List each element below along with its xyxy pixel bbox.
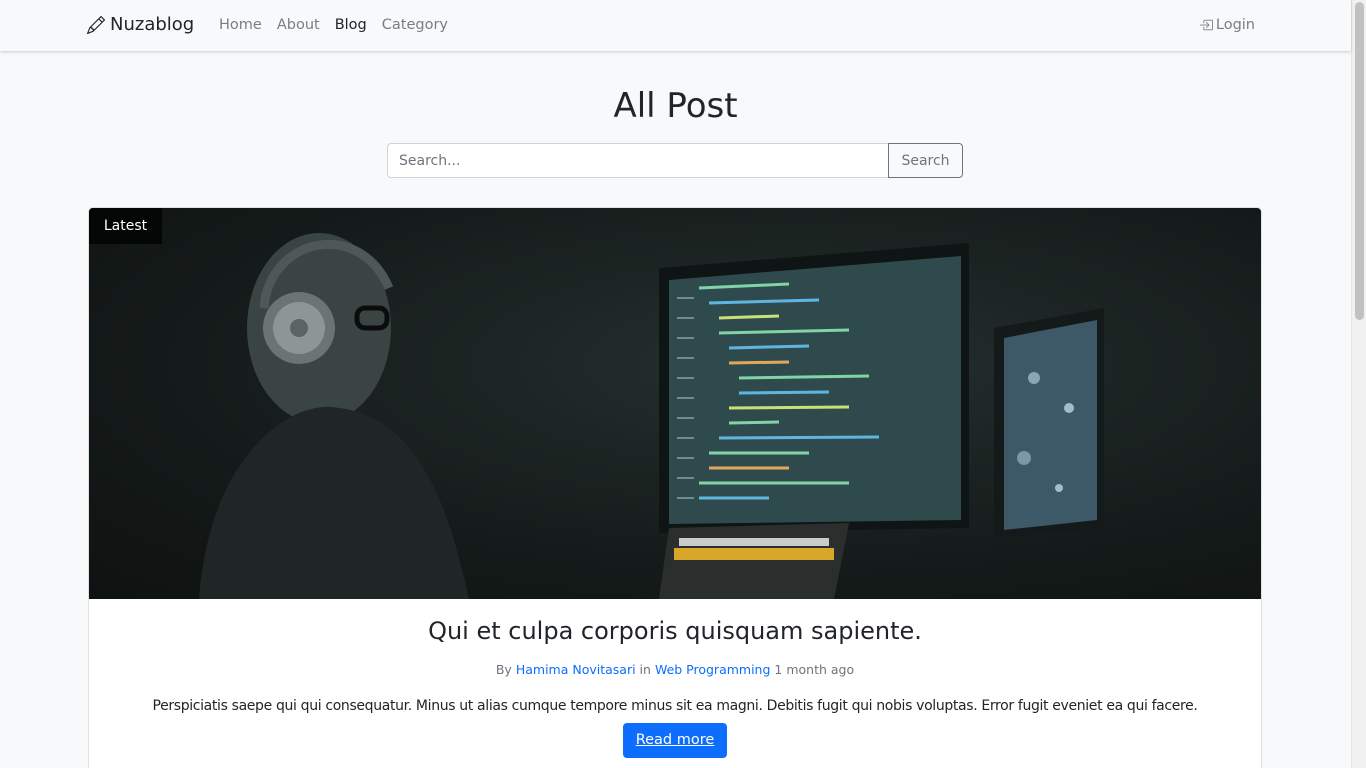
meta-in-label: in [639,662,651,677]
post-excerpt: Perspiciatis saepe qui qui consequatur. … [152,698,1198,714]
author-link[interactable]: Hamima Novitasari [516,662,636,677]
programmer-photo [199,233,1104,599]
navbar: Nuzablog Home About Blog Category Login [0,0,1351,51]
nav-link-home[interactable]: Home [219,15,262,35]
post-meta: By Hamima Novitasari in Web Programming … [89,661,1261,679]
scrollbar-thumb[interactable] [1355,2,1364,320]
page-title: All Post [613,86,738,126]
search-button[interactable]: Search [888,143,963,178]
post-time: 1 month ago [774,662,855,677]
meta-by-label: By [495,662,512,677]
brand-name: Nuzablog [110,14,195,35]
nav-link-category[interactable]: Category [382,15,448,35]
nav-link-about[interactable]: About [277,15,320,35]
search-input[interactable] [387,143,888,178]
category-link[interactable]: Web Programming [655,662,770,677]
login-label: Login [1215,17,1255,33]
brand-link[interactable]: Nuzablog [87,13,194,37]
pencil-icon [87,16,105,34]
page-scrollbar[interactable] [1351,0,1366,768]
post-image[interactable]: Latest [89,208,1261,599]
nav-link-blog[interactable]: Blog [335,15,367,35]
post-title[interactable]: Qui et culpa corporis quisquam sapiente. [89,615,1261,647]
read-more-button[interactable]: Read more [623,723,727,758]
featured-post-card: Latest Qui et culpa corporis quisquam sa… [88,207,1262,768]
nav-links: Home About Blog Category [219,15,448,35]
login-link[interactable]: Login [1199,15,1255,35]
latest-badge: Latest [89,208,162,244]
box-arrow-in-right-icon [1199,19,1213,31]
search-form: Search [387,143,963,178]
post-title-text: Qui et culpa corporis quisquam sapiente. [428,617,922,645]
